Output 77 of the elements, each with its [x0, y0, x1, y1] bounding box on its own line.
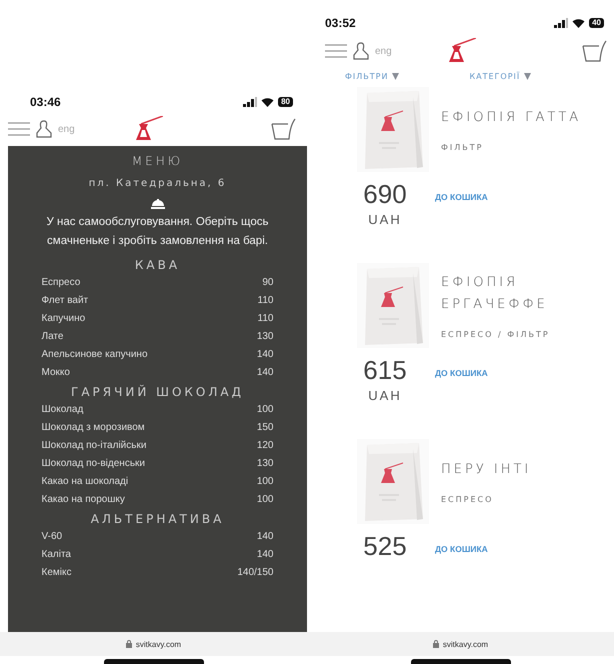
- section-title: ГАРЯЧИЙ ШОКОЛАД: [71, 385, 244, 399]
- item-price: 100: [256, 493, 274, 507]
- product-price: 525: [363, 532, 407, 560]
- menu-title: МЕНЮ: [132, 154, 184, 168]
- status-time: 03:52: [325, 16, 356, 30]
- add-to-cart-link[interactable]: ДО КОШИКА: [435, 544, 488, 554]
- item-name: Еспресо: [42, 276, 80, 290]
- lock-icon: [432, 640, 439, 648]
- wifi-icon: [261, 97, 274, 107]
- item-name: Какао на шоколаді: [42, 475, 128, 489]
- item-name: Каліта: [42, 548, 71, 562]
- menu-address: пл. Катедральна, 6: [88, 178, 226, 189]
- item-name: Шоколад: [42, 403, 84, 417]
- item-name: Флет вайт: [42, 294, 88, 308]
- add-to-cart-link[interactable]: ДО КОШИКА: [435, 192, 488, 202]
- cart-icon[interactable]: [271, 118, 297, 140]
- product-price: 690: [363, 180, 407, 208]
- item-price: 90: [262, 276, 274, 290]
- item-name: V-60: [42, 530, 62, 544]
- user-icon[interactable]: [353, 42, 369, 60]
- product-category: ФІЛЬТР: [441, 143, 484, 152]
- product-name[interactable]: ПЕРУ ІНТІ: [441, 459, 601, 481]
- product-price: 615: [363, 356, 407, 384]
- item-price: 130: [256, 330, 274, 344]
- language-link[interactable]: eng: [375, 46, 392, 56]
- menu-icon[interactable]: [8, 122, 30, 136]
- battery-icon: 80: [278, 97, 293, 107]
- lock-icon: [126, 640, 132, 648]
- section-title: КАВА: [134, 258, 180, 272]
- item-price: 140: [256, 548, 274, 562]
- item-price: 120: [256, 439, 274, 453]
- signal-icon: [554, 18, 568, 28]
- item-price: 130: [256, 457, 274, 471]
- user-icon[interactable]: [36, 120, 52, 138]
- filter-dropdown[interactable]: ФІЛЬТРИ: [345, 72, 400, 81]
- item-price: 100: [256, 403, 274, 417]
- address-bar[interactable]: svitkavy.com: [307, 632, 614, 656]
- item-price: 110: [258, 312, 274, 326]
- item-price: 140: [256, 366, 274, 380]
- item-price: 140: [256, 348, 274, 362]
- wifi-icon: [572, 18, 586, 28]
- item-name: Шоколад по-віденськи: [42, 457, 145, 471]
- language-link[interactable]: eng: [58, 124, 75, 134]
- item-name: Какао на порошку: [42, 493, 125, 507]
- product-category: ЕСПРЕСО: [441, 495, 494, 504]
- address-bar[interactable]: svitkavy.com: [0, 632, 307, 656]
- product-name[interactable]: ЕФІОПІЯ ЕРГАЧЕФФЕ: [441, 272, 601, 316]
- caret-icon: [524, 73, 532, 80]
- filter-dropdown[interactable]: КАТЕГОРІЇ: [469, 72, 532, 81]
- item-price: 100: [256, 475, 274, 489]
- item-price: 150: [256, 421, 274, 435]
- item-price: 140: [256, 530, 274, 544]
- item-name: Шоколад по-італійськи: [42, 439, 146, 453]
- item-name: Шоколад з морозивом: [42, 421, 145, 435]
- cart-icon[interactable]: [582, 40, 608, 62]
- item-name: Апельсинове капучино: [42, 348, 148, 362]
- product-name[interactable]: ЕФІОПІЯ ГАТТА: [441, 107, 601, 129]
- currency-label: UAH: [368, 212, 402, 227]
- item-name: Капучино: [42, 312, 86, 326]
- item-name: Кемікс: [42, 566, 72, 580]
- menu-icon[interactable]: [325, 44, 347, 58]
- battery-icon: 40: [589, 18, 604, 28]
- caret-icon: [392, 73, 400, 80]
- product-category: ЕСПРЕСО / ФІЛЬТР: [441, 330, 551, 339]
- currency-label: UAH: [368, 388, 402, 403]
- item-name: Лате: [42, 330, 64, 344]
- add-to-cart-link[interactable]: ДО КОШИКА: [435, 368, 488, 378]
- item-name: Мокко: [42, 366, 70, 380]
- signal-icon: [243, 97, 258, 107]
- url-text: svitkavy.com: [442, 640, 488, 648]
- notice-text: У нас самообслуговування. Оберіть щось смачненьке і зробіть замовлення на барі.: [45, 215, 270, 249]
- status-time: 03:46: [30, 95, 61, 109]
- url-text: svitkavy.com: [136, 640, 182, 648]
- bell-icon: [150, 199, 164, 209]
- item-price: 110: [258, 294, 274, 308]
- item-price: 140/150: [237, 566, 274, 580]
- section-title: АЛЬТЕРНАТИВА: [90, 512, 224, 526]
